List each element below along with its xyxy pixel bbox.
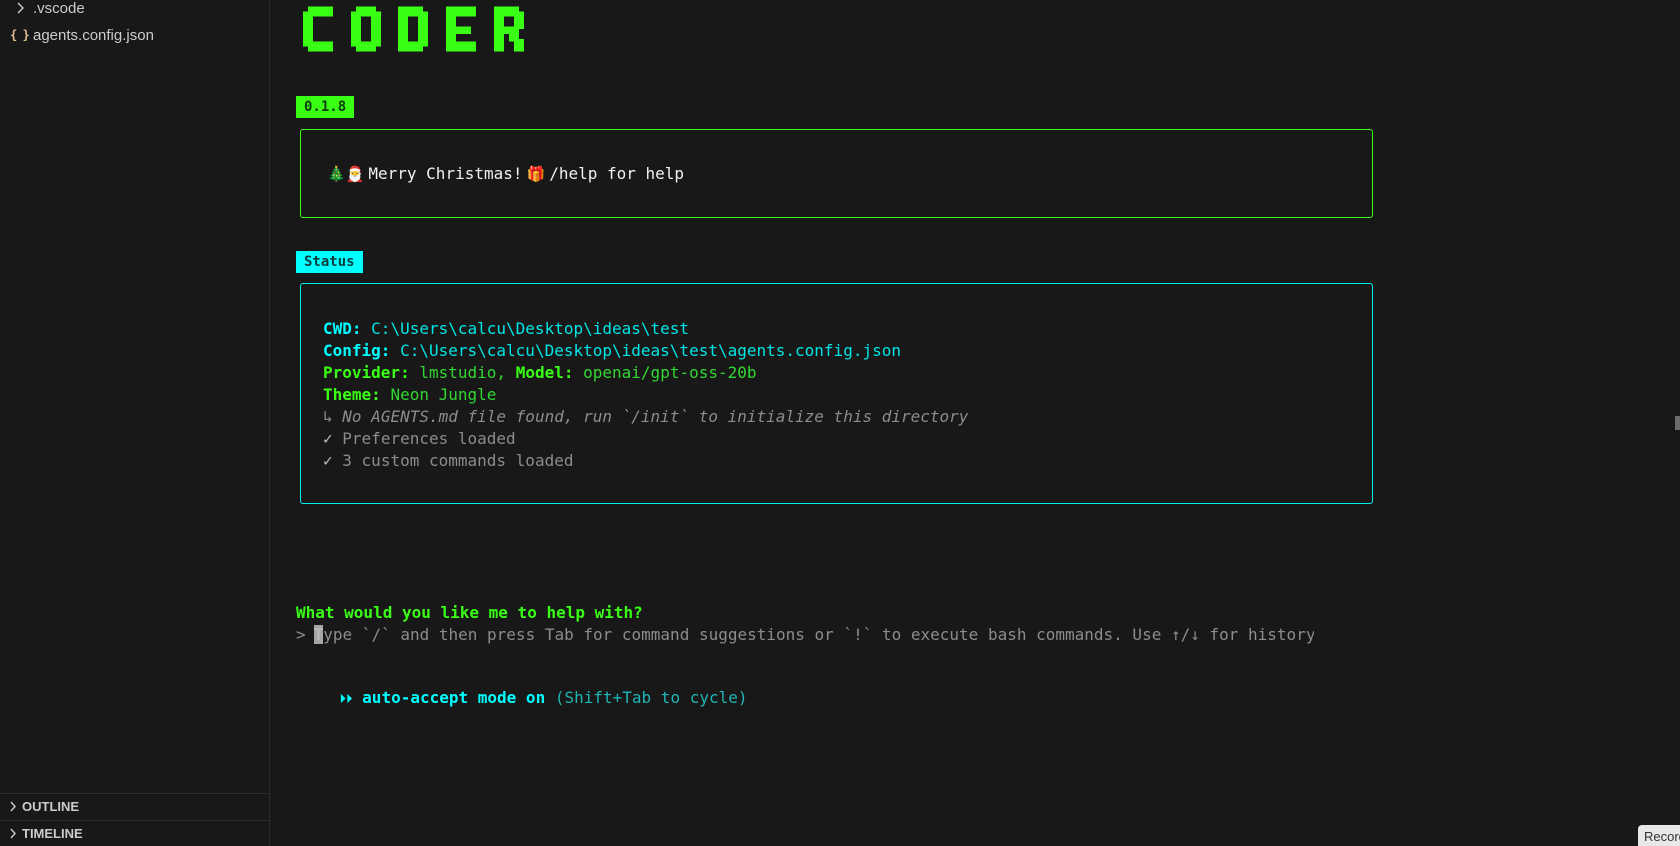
tree-item-label: agents.config.json	[33, 26, 154, 44]
status-agents-notice: ↳ No AGENTS.md file found, run `/init` t…	[323, 407, 969, 426]
model-value: openai/gpt-oss-20b	[583, 363, 757, 382]
checkmark-icon: ✓	[323, 451, 333, 470]
auto-accept-mode: ⏵⏵ auto-accept mode on (Shift+Tab to cyc…	[301, 669, 748, 726]
fast-forward-icon: ⏵⏵	[339, 692, 353, 707]
status-preferences: ✓ Preferences loaded	[323, 429, 516, 448]
outline-panel-header[interactable]: OUTLINE	[0, 793, 269, 819]
scrollbar-marker[interactable]	[1675, 416, 1680, 430]
timeline-label: TIMELINE	[22, 826, 83, 841]
logo-letter-e	[445, 6, 476, 52]
chevron-right-icon	[10, 2, 30, 14]
config-path: C:\Users\calcu\Desktop\ideas\test\agents…	[400, 341, 901, 360]
theme-value: Neon Jungle	[390, 385, 497, 404]
prompt-question: What would you like me to help with?	[296, 603, 643, 622]
cwd-path: C:\Users\calcu\Desktop\ideas\test	[371, 319, 690, 338]
logo-letter-c	[303, 6, 333, 52]
chevron-right-icon	[6, 801, 20, 812]
json-file-icon: { }	[10, 28, 30, 42]
status-box: CWD: C:\Users\calcu\Desktop\ideas\test C…	[300, 283, 1373, 504]
version-badge: 0.1.8	[296, 96, 355, 118]
terminal-panel[interactable]: 0.1.8 🎄 🎅 Merry Christmas! 🎁 /help for h…	[271, 0, 1680, 846]
tree-item-agents-config[interactable]: { } agents.config.json	[0, 22, 269, 48]
logo-letter-r	[493, 6, 524, 52]
auto-accept-label: auto-accept mode on	[362, 688, 546, 707]
prompt-input[interactable]	[313, 625, 1314, 644]
status-commands: ✓ 3 custom commands loaded	[323, 451, 574, 470]
auto-accept-hint: (Shift+Tab to cycle)	[554, 688, 748, 707]
santa-icon: 🎅	[345, 164, 365, 183]
logo-letter-d	[398, 6, 429, 52]
return-arrow-icon: ↳	[323, 407, 333, 426]
outline-label: OUTLINE	[22, 799, 80, 814]
coder-logo	[303, 6, 532, 52]
tree-item-label: .vscode	[33, 0, 85, 17]
status-badge: Status	[296, 251, 363, 273]
help-hint: /help for help	[549, 164, 685, 183]
provider-value: lmstudio,	[419, 363, 507, 382]
record-button[interactable]: Record	[1638, 825, 1680, 846]
gift-icon: 🎁	[526, 164, 546, 183]
prompt-caret: >	[296, 625, 306, 644]
welcome-box: 🎄 🎅 Merry Christmas! 🎁 /help for help	[300, 129, 1373, 218]
status-cwd: CWD: C:\Users\calcu\Desktop\ideas\test	[323, 319, 690, 338]
timeline-panel-header[interactable]: TIMELINE	[0, 820, 269, 846]
welcome-text: Merry Christmas!	[368, 164, 523, 183]
text-cursor	[313, 625, 323, 644]
status-provider: Provider: lmstudio, Model: openai/gpt-os…	[323, 363, 757, 382]
christmas-tree-icon: 🎄	[327, 164, 346, 183]
status-config: Config: C:\Users\calcu\Desktop\ideas\tes…	[323, 341, 901, 360]
chevron-right-icon	[6, 828, 20, 839]
tree-item-vscode[interactable]: .vscode	[0, 0, 269, 21]
prompt-line: >	[296, 625, 1314, 644]
logo-letter-o	[350, 6, 381, 52]
status-theme: Theme: Neon Jungle	[323, 385, 497, 404]
explorer-sidebar: .vscode { } agents.config.json OUTLINE T…	[0, 0, 270, 846]
checkmark-icon: ✓	[323, 429, 333, 448]
